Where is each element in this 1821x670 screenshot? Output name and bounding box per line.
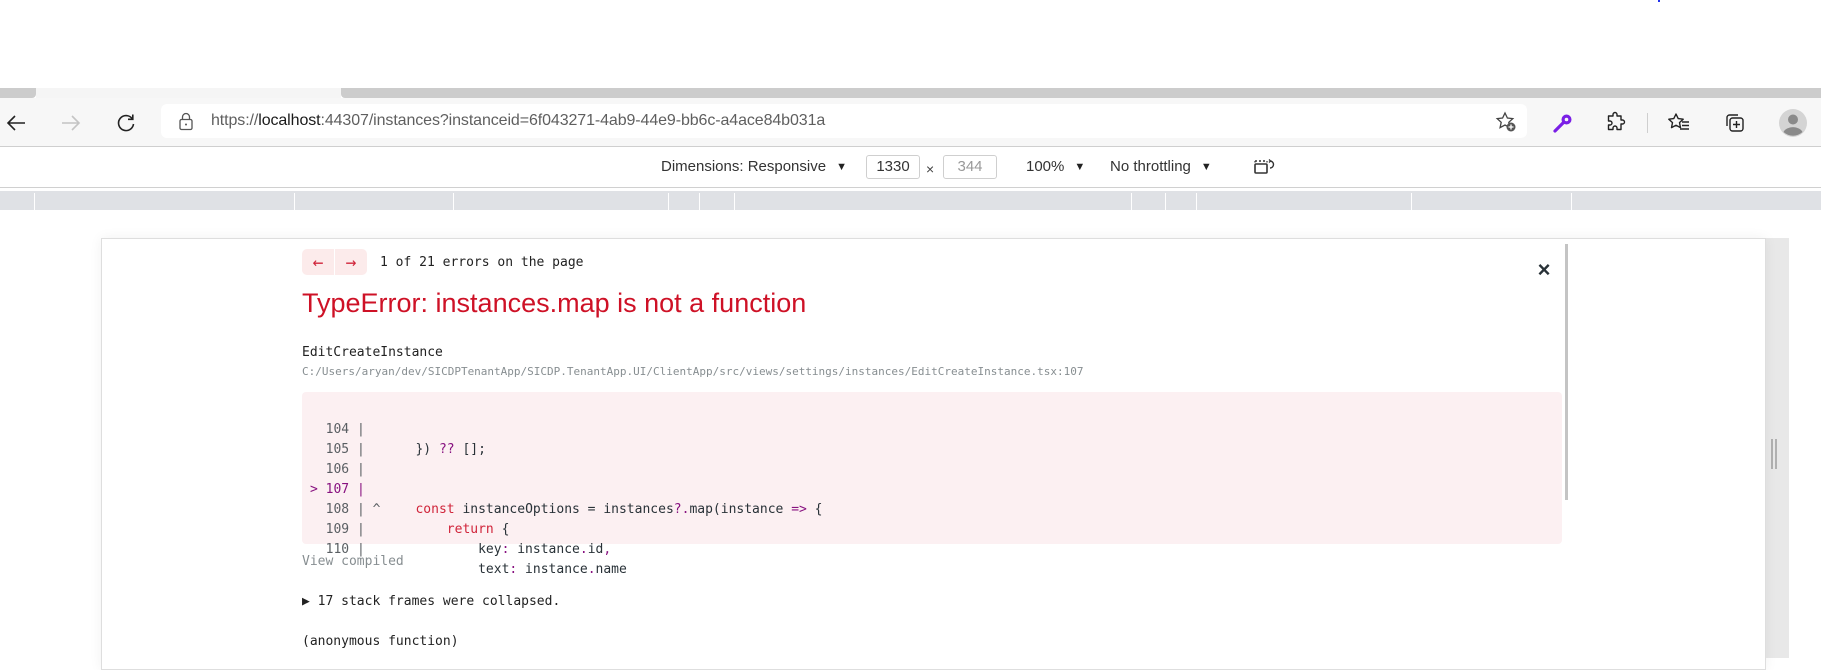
caret-down-icon: ▼ (1200, 160, 1212, 173)
zoom-label: 100% (1026, 158, 1065, 175)
close-overlay-button[interactable]: × (1534, 257, 1554, 282)
view-compiled-link[interactable]: View compiled (302, 554, 404, 569)
ruler-tick (1131, 193, 1132, 210)
ruler-tick (1165, 193, 1166, 210)
tab-inactive[interactable] (0, 88, 36, 98)
previous-error-button[interactable]: ← (302, 249, 334, 275)
component-name: EditCreateInstance (302, 345, 443, 360)
reload-button[interactable] (113, 110, 139, 136)
ruler-tick (699, 193, 700, 210)
favorites-list-icon (1668, 113, 1689, 130)
lock-icon[interactable] (178, 112, 194, 131)
overlay-scrollbar[interactable] (1565, 244, 1568, 500)
code-line: 104 | }) ?? []; (302, 400, 486, 457)
url-host: localhost (258, 112, 321, 129)
zoom-dropdown[interactable]: 100% ▼ (1026, 158, 1085, 175)
ruler-tick (668, 193, 669, 210)
next-error-button[interactable]: → (334, 249, 367, 275)
ruler-tick (1196, 193, 1197, 210)
rotate-button[interactable] (1252, 156, 1276, 176)
code-line: 106 | (302, 440, 365, 477)
collections-button[interactable] (1722, 110, 1748, 136)
code-text: key: instance.id, (392, 542, 612, 557)
viewport-resize-handle[interactable] (1764, 238, 1789, 658)
reload-icon (117, 114, 135, 132)
browser-toolbar: https://localhost:44307/instances?instan… (0, 98, 1821, 147)
ruler-tick (34, 193, 35, 210)
back-button[interactable] (3, 110, 29, 136)
stack-frame-function: (anonymous function) (302, 634, 459, 649)
favorites-button[interactable] (1666, 110, 1692, 136)
code-line: 108 | ^ return { (302, 480, 510, 537)
key-icon (1553, 114, 1572, 133)
collections-icon (1726, 114, 1744, 132)
arrow-right-icon (62, 115, 81, 131)
code-line: 110 | text: instance.name (302, 520, 627, 577)
code-text: const instanceOptions = instances?.map(i… (415, 502, 823, 517)
url-scheme: https:// (211, 112, 259, 129)
width-input[interactable]: 1330 (866, 155, 920, 179)
caret-down-icon: ▼ (1074, 160, 1086, 173)
device-toolbar: Dimensions: Responsive ▼ 1330 × 344 100%… (0, 147, 1821, 188)
dimensions-dropdown[interactable]: Dimensions: Responsive ▼ (661, 158, 847, 175)
ruler-tick (1571, 193, 1572, 210)
puzzle-icon (1607, 111, 1626, 131)
code-text: return { (446, 522, 510, 537)
key-extension-button[interactable] (1550, 110, 1576, 136)
url-path: :44307/instances?instanceid=6f043271-4ab… (320, 112, 826, 129)
throttling-dropdown[interactable]: No throttling ▼ (1110, 158, 1212, 175)
profile-button[interactable] (1778, 108, 1808, 138)
toolbar-separator (1647, 113, 1648, 133)
error-navigation: ← → (302, 249, 367, 275)
code-text: }) ?? []; (392, 442, 486, 457)
profile-icon (1779, 109, 1807, 137)
ruler-tick (453, 193, 454, 210)
ruler-tick (1411, 193, 1412, 210)
resize-grip-icon (1771, 439, 1777, 469)
dimension-separator: × (926, 161, 935, 177)
dimensions-label: Dimensions: Responsive (661, 158, 827, 175)
collapsed-stack-frames-toggle[interactable]: ▶ 17 stack frames were collapsed. (302, 594, 560, 609)
code-line: 109 | key: instance.id, (302, 500, 612, 557)
ruler-tick (294, 193, 295, 210)
error-title: TypeError: instances.map is not a functi… (302, 288, 807, 318)
caret-down-icon: ▼ (836, 160, 847, 173)
url-text[interactable]: https://localhost:44307/instances?instan… (211, 112, 825, 130)
arrow-left-icon (6, 115, 25, 131)
address-bar[interactable]: https://localhost:44307/instances?instan… (161, 104, 1527, 138)
rotate-icon (1254, 159, 1275, 174)
code-frame: 104 | }) ?? []; 105 | 106 | > 107 | cons… (302, 392, 1562, 577)
cursor-artifact (1658, 0, 1660, 2)
file-path[interactable]: C:/Users/aryan/dev/SICDPTenantApp/SICDP.… (302, 365, 1083, 378)
code-line-highlighted: > 107 | const instanceOptions = instance… (302, 460, 823, 517)
tab-inactive[interactable] (341, 88, 1821, 98)
code-text: text: instance.name (392, 562, 627, 577)
throttling-label: No throttling (1110, 158, 1191, 175)
height-input[interactable]: 344 (943, 155, 997, 179)
ruler-tick (734, 193, 735, 210)
media-query-ruler[interactable] (0, 191, 1821, 210)
extensions-button[interactable] (1603, 110, 1629, 136)
forward-button[interactable] (58, 110, 84, 136)
code-line: 105 | (302, 420, 365, 457)
error-count: 1 of 21 errors on the page (380, 255, 584, 270)
star-plus-icon[interactable] (1495, 111, 1517, 133)
